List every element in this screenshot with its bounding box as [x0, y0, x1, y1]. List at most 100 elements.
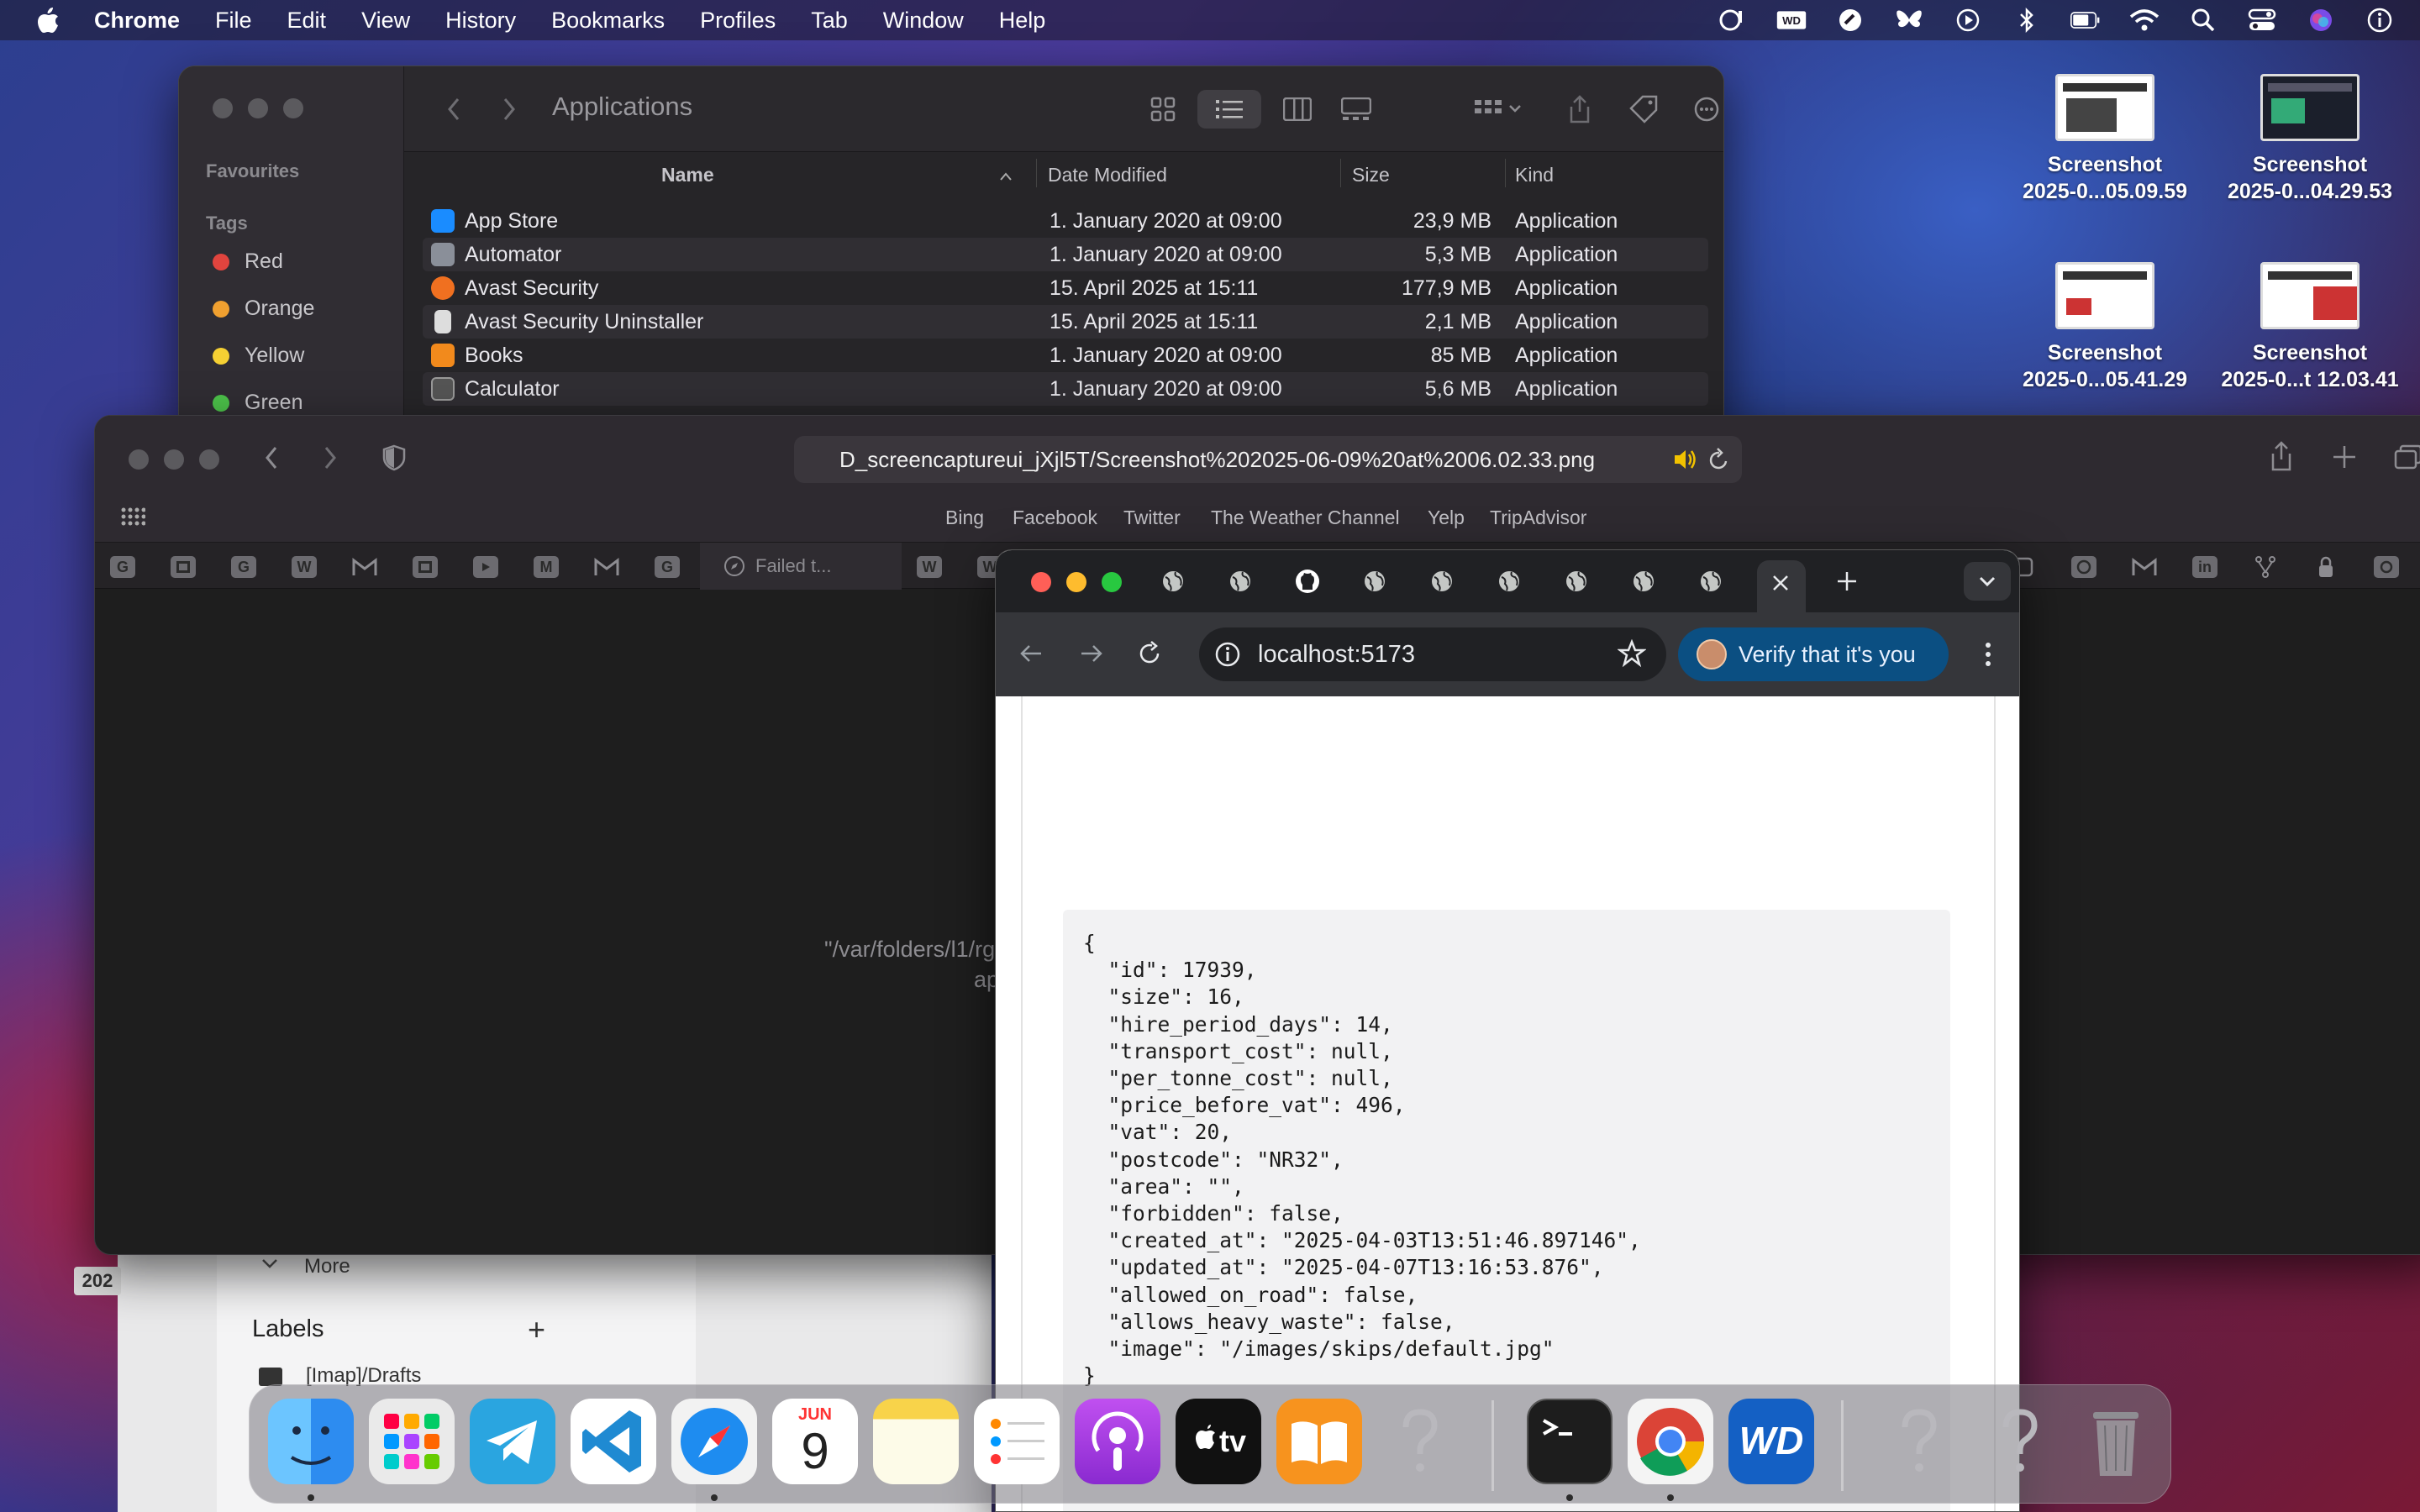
tab-google[interactable]: G	[655, 556, 680, 578]
unknown-app-question-icon[interactable]	[1876, 1399, 1962, 1484]
tab-google[interactable]: G	[231, 556, 256, 578]
menu-help[interactable]: Help	[999, 8, 1046, 34]
desktop-file-screenshot[interactable]: Screenshot 2025-0...05.41.29	[2000, 262, 2210, 393]
shield-icon[interactable]	[382, 444, 406, 471]
zoom-button[interactable]	[199, 449, 219, 470]
back-icon[interactable]	[263, 444, 280, 471]
column-divider[interactable]	[1340, 159, 1341, 187]
tag-icon[interactable]	[1624, 90, 1663, 129]
speaker-icon[interactable]	[1673, 448, 1698, 471]
favorite-facebook[interactable]: Facebook	[1013, 507, 1097, 529]
favorite-twitter[interactable]: Twitter	[1123, 507, 1181, 529]
minimize-button[interactable]	[248, 98, 268, 118]
verify-identity-button[interactable]: Verify that it's you	[1678, 627, 1949, 681]
chevron-down-icon[interactable]	[260, 1257, 279, 1274]
column-divider[interactable]	[1505, 159, 1506, 187]
telegram-dock-icon[interactable]	[470, 1399, 555, 1484]
tab-fork-icon[interactable]	[2253, 556, 2278, 578]
column-date-header[interactable]: Date Modified	[1048, 164, 1167, 186]
wd-dock-icon[interactable]: WD	[1728, 1399, 1814, 1484]
globe-icon[interactable]	[1629, 567, 1658, 596]
close-button[interactable]	[213, 98, 233, 118]
play-icon[interactable]	[1953, 5, 1983, 35]
globe-icon[interactable]	[1562, 567, 1591, 596]
tab-linkedin[interactable]: in	[2192, 556, 2217, 578]
sidebar-tag-orange[interactable]: Orange	[213, 297, 314, 321]
add-label-button[interactable]: +	[528, 1312, 545, 1347]
tab-wikipedia[interactable]: W	[292, 556, 317, 578]
safari-dock-icon[interactable]	[671, 1399, 757, 1484]
tab-square[interactable]	[171, 556, 196, 578]
globe-icon[interactable]	[1428, 567, 1456, 596]
battery-icon[interactable]	[2070, 5, 2101, 35]
icon-view-icon[interactable]	[1144, 90, 1182, 129]
minimize-button[interactable]	[164, 449, 184, 470]
more-actions-icon[interactable]	[1686, 90, 1723, 129]
unknown-app-question-icon[interactable]	[1977, 1399, 2063, 1484]
sidebar-tag-yellow[interactable]: Yellow	[213, 344, 304, 368]
menu-window[interactable]: Window	[883, 8, 964, 34]
table-row[interactable]: Avast Security Uninstaller 15. April 202…	[423, 305, 1708, 339]
column-divider[interactable]	[1036, 159, 1037, 187]
table-row[interactable]: Automator 1. January 2020 at 09:00 5,3 M…	[423, 238, 1708, 271]
chrome-dock-icon[interactable]	[1628, 1399, 1713, 1484]
address-bar[interactable]: localhost:5173	[1199, 627, 1666, 681]
table-row[interactable]: Books 1. January 2020 at 09:00 85 MB App…	[423, 339, 1708, 372]
desktop-file-screenshot[interactable]: Screenshot 2025-0...04.29.53	[2205, 74, 2415, 205]
new-tab-plus-icon[interactable]	[1833, 567, 1861, 596]
calendar-dock-icon[interactable]: JUN 9	[772, 1399, 858, 1484]
column-size-header[interactable]: Size	[1352, 164, 1390, 186]
zoom-button[interactable]	[283, 98, 303, 118]
tab-overview-icon[interactable]	[2394, 444, 2420, 470]
vscode-dock-icon[interactable]	[571, 1399, 656, 1484]
tab-wikipedia[interactable]: W	[917, 556, 942, 578]
github-icon[interactable]	[1293, 567, 1322, 596]
sidebar-tag-green[interactable]: Green	[213, 391, 302, 415]
favorite-tripadvisor[interactable]: TripAdvisor	[1490, 507, 1586, 529]
globe-icon[interactable]	[1226, 567, 1255, 596]
favorite-yelp[interactable]: Yelp	[1428, 507, 1465, 529]
safari-address-bar[interactable]: D_screencaptureui_jXjl5T/Screenshot%2020…	[794, 436, 1742, 483]
more-link[interactable]: More	[304, 1255, 350, 1278]
site-info-icon[interactable]	[1213, 639, 1243, 669]
tab-lock-icon[interactable]	[2313, 556, 2338, 578]
forward-icon[interactable]	[490, 90, 529, 129]
tab-failed[interactable]: Failed t...	[700, 543, 902, 590]
menu-edit[interactable]: Edit	[287, 8, 327, 34]
menu-view[interactable]: View	[361, 8, 410, 34]
new-tab-plus-icon[interactable]	[2332, 444, 2357, 470]
trash-icon[interactable]	[2073, 1399, 2159, 1484]
column-view-icon[interactable]	[1278, 90, 1317, 129]
column-name-header[interactable]: Name	[661, 164, 714, 186]
column-kind-header[interactable]: Kind	[1515, 164, 1554, 186]
tab-square[interactable]	[413, 556, 438, 578]
control-center-icon[interactable]	[2247, 5, 2277, 35]
list-view-icon[interactable]	[1197, 90, 1261, 129]
globe-icon[interactable]	[1159, 567, 1187, 596]
apple-icon[interactable]	[34, 6, 62, 34]
tab-gmail-icon[interactable]	[352, 556, 377, 578]
menu-app-name[interactable]: Chrome	[94, 8, 180, 34]
status-app-icon[interactable]	[1718, 5, 1748, 35]
forward-icon[interactable]	[1078, 641, 1103, 666]
bluetooth-icon[interactable]	[2012, 5, 2042, 35]
active-tab[interactable]	[1757, 560, 1806, 612]
gallery-view-icon[interactable]	[1337, 90, 1376, 129]
back-icon[interactable]	[1019, 641, 1044, 666]
kebab-menu-icon[interactable]	[1984, 641, 1992, 668]
menu-file[interactable]: File	[215, 8, 252, 34]
tab-youtube[interactable]	[473, 556, 498, 578]
tab-gmail-icon[interactable]	[594, 556, 619, 578]
tab-gmail-icon[interactable]	[2132, 556, 2157, 578]
favorite-bing[interactable]: Bing	[945, 507, 984, 529]
menu-profiles[interactable]: Profiles	[700, 8, 776, 34]
table-row[interactable]: App Store 1. January 2020 at 09:00 23,9 …	[423, 204, 1708, 238]
menu-tab[interactable]: Tab	[811, 8, 848, 34]
tab-avast[interactable]	[2071, 556, 2096, 578]
launchpad-dock-icon[interactable]	[369, 1399, 455, 1484]
share-icon[interactable]	[2270, 441, 2293, 471]
desktop-file-screenshot[interactable]: Screenshot 2025-0...05.09.59	[2000, 74, 2210, 205]
group-by-icon[interactable]	[1465, 90, 1532, 129]
status-circle-icon[interactable]	[1835, 5, 1865, 35]
sort-chevron-up-icon[interactable]	[999, 164, 1013, 186]
